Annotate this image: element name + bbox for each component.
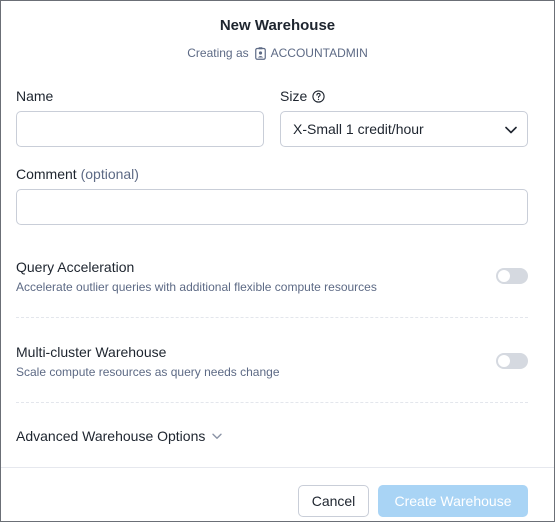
- cancel-button[interactable]: Cancel: [298, 485, 369, 517]
- comment-input[interactable]: [16, 189, 528, 225]
- new-warehouse-dialog: New Warehouse Creating as ACCOUNTADMIN N…: [0, 0, 555, 522]
- size-label: Size: [280, 88, 308, 104]
- footer-divider: [1, 467, 554, 468]
- advanced-options-toggle[interactable]: Advanced Warehouse Options: [16, 428, 223, 444]
- toggle-knob: [498, 270, 510, 282]
- section-divider: [16, 317, 528, 318]
- chevron-down-icon: [212, 433, 223, 440]
- chevron-down-icon: [505, 121, 517, 137]
- comment-label-row: Comment (optional): [16, 166, 139, 182]
- create-warehouse-button[interactable]: Create Warehouse: [378, 485, 528, 517]
- query-acceleration-title: Query Acceleration: [16, 259, 135, 275]
- dialog-title: New Warehouse: [219, 17, 336, 34]
- size-select-value: X-Small 1 credit/hour: [293, 121, 424, 137]
- creating-as-line: Creating as ACCOUNTADMIN: [1, 46, 554, 60]
- name-input[interactable]: [16, 111, 264, 147]
- role-name: ACCOUNTADMIN: [270, 46, 368, 60]
- multi-cluster-description: Scale compute resources as query needs c…: [16, 365, 280, 379]
- advanced-options-label: Advanced Warehouse Options: [16, 428, 206, 444]
- name-label: Name: [16, 88, 54, 104]
- user-badge-icon: [254, 46, 266, 60]
- size-select[interactable]: X-Small 1 credit/hour: [280, 111, 528, 147]
- query-acceleration-description: Accelerate outlier queries with addition…: [16, 280, 377, 294]
- comment-label: Comment: [16, 166, 77, 182]
- multi-cluster-title: Multi-cluster Warehouse: [16, 344, 167, 360]
- multi-cluster-toggle[interactable]: [496, 353, 528, 369]
- toggle-knob: [498, 355, 510, 367]
- query-acceleration-toggle[interactable]: [496, 268, 528, 284]
- section-divider: [16, 402, 528, 403]
- size-label-row: Size: [280, 88, 325, 104]
- comment-optional-hint: (optional): [80, 166, 139, 182]
- help-circle-icon[interactable]: [312, 90, 325, 103]
- creating-as-label: Creating as: [187, 46, 249, 60]
